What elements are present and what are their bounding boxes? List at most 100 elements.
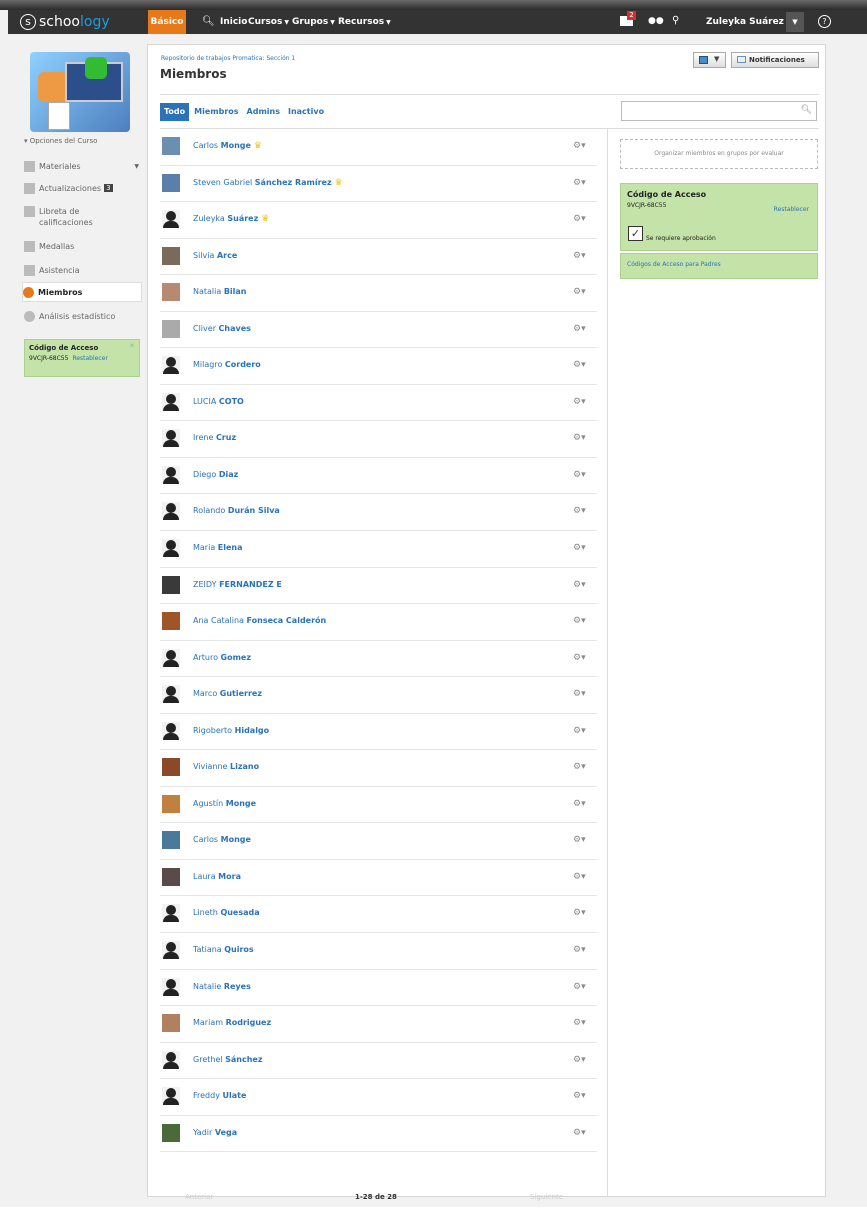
member-name[interactable]: Zuleyka Suárez ♛ <box>193 214 269 224</box>
member-name[interactable]: Freddy Ulate <box>193 1091 246 1100</box>
member-name[interactable]: Tatiana Quiros <box>193 945 254 954</box>
organize-groups-box[interactable]: Organizar miembros en grupos por evaluar <box>620 139 818 169</box>
reset-link[interactable]: Restablecer <box>774 206 809 213</box>
sidebar-item-badges[interactable]: Medallas <box>24 236 139 256</box>
member-avatar[interactable] <box>162 502 180 521</box>
member-avatar[interactable] <box>162 794 180 813</box>
member-name[interactable]: Carlos Monge ♛ <box>193 141 262 151</box>
member-avatar[interactable] <box>162 648 180 667</box>
gear-icon[interactable]: ⚙▾ <box>573 908 586 918</box>
member-name[interactable]: Lineth Quesada <box>193 908 260 917</box>
member-avatar[interactable] <box>162 941 180 960</box>
member-name[interactable]: Agustín Monge <box>193 799 256 808</box>
sidebar-item-materials[interactable]: Materiales ▼ <box>24 156 139 176</box>
gear-icon[interactable]: ⚙▾ <box>573 214 586 224</box>
member-avatar[interactable] <box>162 539 180 558</box>
member-name[interactable]: Arturo Gomez <box>193 653 251 662</box>
gear-icon[interactable]: ⚙▾ <box>573 324 586 334</box>
member-name[interactable]: Marco Gutierrez <box>193 689 262 698</box>
member-name[interactable]: Rolando Durán Silva <box>193 506 280 515</box>
member-avatar[interactable] <box>162 904 180 923</box>
nav-inicio[interactable]: Inicio <box>220 10 247 34</box>
close-icon[interactable]: ✕ <box>129 342 135 350</box>
gear-icon[interactable]: ⚙▾ <box>573 1055 586 1065</box>
basic-mode-button[interactable]: Básico <box>148 10 186 34</box>
member-avatar[interactable] <box>162 173 180 192</box>
tab-admins[interactable]: Admins <box>247 103 280 121</box>
gear-icon[interactable]: ⚙▾ <box>573 433 586 443</box>
gear-icon[interactable]: ⚙▾ <box>573 397 586 407</box>
member-name[interactable]: Cliver Chaves <box>193 324 251 333</box>
tab-all[interactable]: Todo <box>160 103 190 121</box>
member-avatar[interactable] <box>162 246 180 265</box>
member-avatar[interactable] <box>162 1087 180 1106</box>
help-icon[interactable]: ? <box>818 15 831 28</box>
mail-icon[interactable]: 2 <box>620 11 636 26</box>
view-toggle-button[interactable]: ▼ <box>693 52 726 68</box>
member-name[interactable]: Carlos Monge <box>193 835 251 844</box>
gear-icon[interactable]: ⚙▾ <box>573 251 586 261</box>
member-name[interactable]: Laura Mora <box>193 872 241 881</box>
sidebar-item-members[interactable]: Miembros <box>22 282 142 302</box>
sidebar-item-updates[interactable]: Actualizaciones 3 <box>24 178 139 198</box>
gear-icon[interactable]: ⚙▾ <box>573 653 586 663</box>
member-avatar[interactable] <box>162 721 180 740</box>
gear-icon[interactable]: ⚙▾ <box>573 287 586 297</box>
member-name[interactable]: Milagro Cordero <box>193 360 261 369</box>
nav-recursos[interactable]: Recursos ▼ <box>338 10 391 34</box>
member-avatar[interactable] <box>162 758 180 777</box>
member-avatar[interactable] <box>162 1014 180 1033</box>
tab-members[interactable]: Miembros <box>194 103 238 121</box>
gear-icon[interactable]: ⚙▾ <box>573 726 586 736</box>
member-name[interactable]: Natalia Bilan <box>193 287 247 296</box>
gear-icon[interactable]: ⚙▾ <box>573 360 586 370</box>
gear-icon[interactable]: ⚙▾ <box>573 1128 586 1138</box>
member-name[interactable]: Irene Cruz <box>193 433 236 442</box>
member-name[interactable]: Mariam Rodriguez <box>193 1018 271 1027</box>
member-name[interactable]: Silvia Arce <box>193 251 237 260</box>
user-menu-dropdown[interactable]: ▼ <box>786 12 804 32</box>
member-name[interactable]: Vivianne Lizano <box>193 762 259 771</box>
schoology-logo[interactable]: s schoology <box>20 11 110 33</box>
member-name[interactable]: Rigoberto Hidalgo <box>193 726 269 735</box>
course-options[interactable]: ▾ Opciones del Curso <box>24 137 97 145</box>
member-avatar[interactable] <box>162 831 180 850</box>
previous-page-button[interactable]: Anterior <box>185 1193 213 1201</box>
sidebar-item-gradebook[interactable]: Libreta de calificaciones <box>24 204 139 230</box>
nav-cursos[interactable]: Cursos ▼ <box>248 10 289 34</box>
user-name[interactable]: Zuleyka Suárez <box>706 10 784 34</box>
member-name[interactable]: Ana Catalina Fonseca Calderón <box>193 616 326 625</box>
next-page-button[interactable]: Siguiente <box>530 1193 563 1201</box>
member-name[interactable]: ZEIDY FERNANDEZ E <box>193 580 282 589</box>
member-name[interactable]: LUCIA COTO <box>193 397 244 406</box>
search-input[interactable] <box>622 102 792 120</box>
gear-icon[interactable]: ⚙▾ <box>573 470 586 480</box>
member-avatar[interactable] <box>162 210 180 229</box>
member-name[interactable]: Maria Elena <box>193 543 243 552</box>
member-avatar[interactable] <box>162 1123 180 1142</box>
member-avatar[interactable] <box>162 465 180 484</box>
gear-icon[interactable]: ⚙▾ <box>573 982 586 992</box>
nav-grupos[interactable]: Grupos ▼ <box>292 10 335 34</box>
member-avatar[interactable] <box>162 1050 180 1069</box>
parent-access-codes-link[interactable]: Códigos de Acceso para Padres <box>620 253 818 279</box>
member-name[interactable]: Natalie Reyes <box>193 982 251 991</box>
member-avatar[interactable] <box>162 867 180 886</box>
member-avatar[interactable] <box>162 977 180 996</box>
gear-icon[interactable]: ⚙▾ <box>573 762 586 772</box>
member-avatar[interactable] <box>162 319 180 338</box>
gear-icon[interactable]: ⚙▾ <box>573 616 586 626</box>
member-name[interactable]: Diego Diaz <box>193 470 238 479</box>
member-name[interactable]: Yadir Vega <box>193 1128 237 1137</box>
gear-icon[interactable]: ⚙▾ <box>573 799 586 809</box>
gear-icon[interactable]: ⚙▾ <box>573 178 586 188</box>
member-avatar[interactable] <box>162 612 180 631</box>
gear-icon[interactable]: ⚙▾ <box>573 835 586 845</box>
gear-icon[interactable]: ⚙▾ <box>573 872 586 882</box>
search-icon[interactable]: 🔍︎ <box>801 105 812 115</box>
approval-checkbox[interactable]: ✓ <box>628 226 643 241</box>
member-name[interactable]: Grethel Sánchez <box>193 1055 263 1064</box>
member-avatar[interactable] <box>162 575 180 594</box>
member-avatar[interactable] <box>162 356 180 375</box>
member-avatar[interactable] <box>162 283 180 302</box>
